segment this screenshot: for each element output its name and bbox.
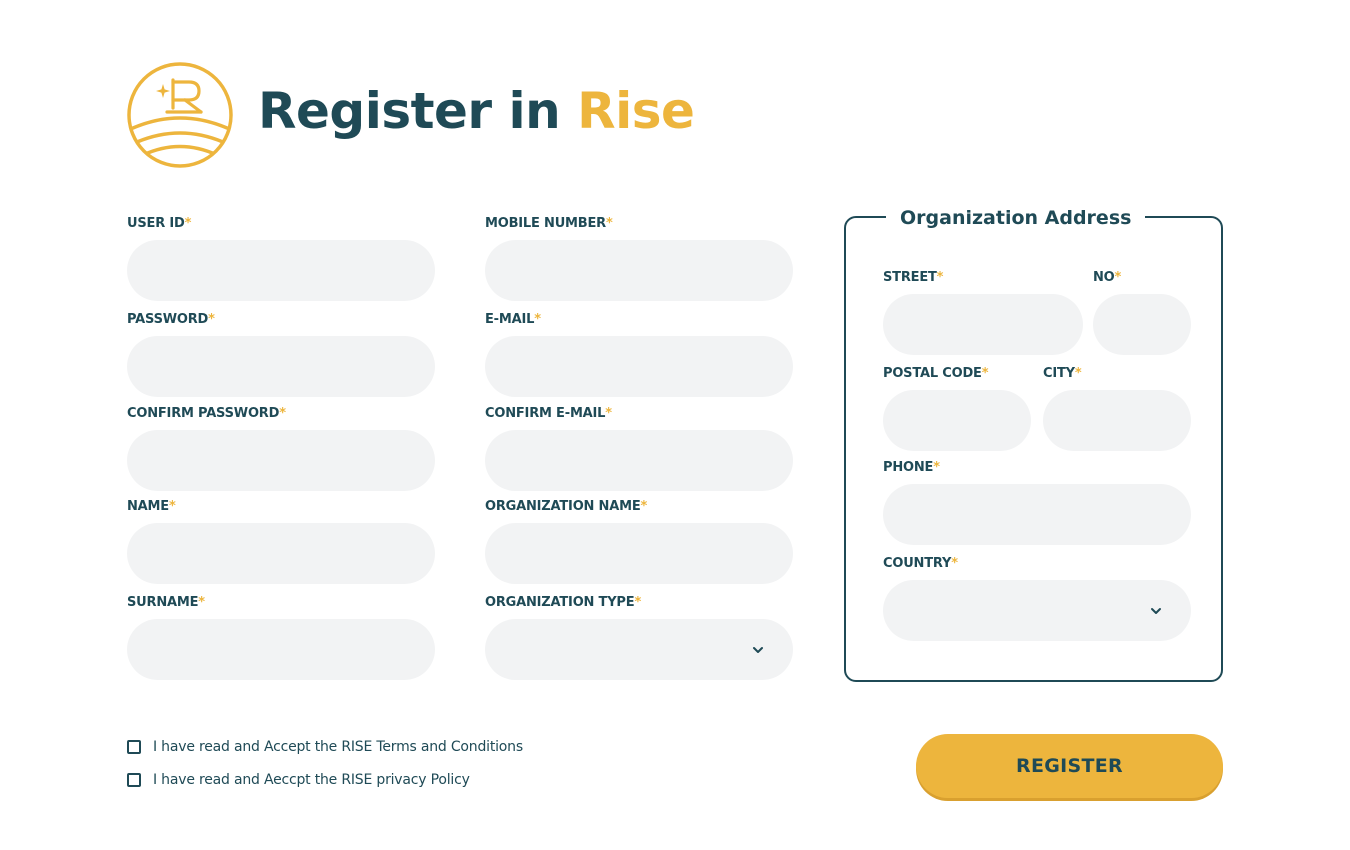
privacy-label: I have read and Aeccpt the RISE privacy … — [153, 772, 470, 788]
email-input[interactable] — [485, 336, 793, 397]
street-input[interactable] — [883, 294, 1083, 355]
register-button[interactable]: REGISTER — [916, 734, 1223, 798]
terms-checkbox-row[interactable]: I have read and Accept the RISE Terms an… — [127, 739, 523, 755]
name-input[interactable] — [127, 523, 435, 584]
password-label: PASSWORD* — [127, 312, 215, 327]
phone-group: PHONE* — [883, 460, 1191, 545]
city-group: CITY* — [1043, 366, 1191, 451]
mobile-number-group: MOBILE NUMBER* — [485, 216, 793, 301]
email-label: E-MAIL* — [485, 312, 541, 327]
user-id-group: USER ID* — [127, 216, 435, 301]
rise-logo-icon — [127, 62, 233, 168]
user-id-input[interactable] — [127, 240, 435, 301]
country-select[interactable] — [883, 580, 1191, 641]
name-group: NAME* — [127, 499, 435, 584]
surname-group: SURNAME* — [127, 595, 435, 680]
organization-name-label: ORGANIZATION NAME* — [485, 499, 648, 514]
no-group: NO* — [1093, 270, 1191, 355]
street-label: STREET* — [883, 270, 944, 285]
phone-input[interactable] — [883, 484, 1191, 545]
title-accent: Rise — [577, 82, 695, 140]
city-input[interactable] — [1043, 390, 1191, 451]
confirm-email-group: CONFIRM E-MAIL* — [485, 406, 793, 491]
confirm-email-input[interactable] — [485, 430, 793, 491]
organization-type-group: ORGANIZATION TYPE* — [485, 595, 793, 680]
terms-checkbox[interactable] — [127, 740, 141, 754]
organization-type-label: ORGANIZATION TYPE* — [485, 595, 642, 610]
confirm-email-label: CONFIRM E-MAIL* — [485, 406, 612, 421]
organization-type-select[interactable] — [485, 619, 793, 680]
city-label: CITY* — [1043, 366, 1082, 381]
confirm-password-label: CONFIRM PASSWORD* — [127, 406, 286, 421]
surname-label: SURNAME* — [127, 595, 205, 610]
terms-label: I have read and Accept the RISE Terms an… — [153, 739, 523, 755]
user-id-label: USER ID* — [127, 216, 192, 231]
mobile-number-input[interactable] — [485, 240, 793, 301]
mobile-number-label: MOBILE NUMBER* — [485, 216, 613, 231]
postal-code-input[interactable] — [883, 390, 1031, 451]
street-group: STREET* — [883, 270, 1083, 355]
country-label: COUNTRY* — [883, 556, 958, 571]
name-label: NAME* — [127, 499, 176, 514]
organization-name-group: ORGANIZATION NAME* — [485, 499, 793, 584]
chevron-down-icon — [1151, 608, 1161, 614]
organization-name-input[interactable] — [485, 523, 793, 584]
email-group: E-MAIL* — [485, 312, 793, 397]
organization-address-legend: Organization Address — [886, 204, 1146, 232]
page-title: Register in Rise — [258, 80, 695, 142]
privacy-checkbox[interactable] — [127, 773, 141, 787]
confirm-password-group: CONFIRM PASSWORD* — [127, 406, 435, 491]
postal-code-group: POSTAL CODE* — [883, 366, 1031, 451]
no-label: NO* — [1093, 270, 1122, 285]
privacy-checkbox-row[interactable]: I have read and Aeccpt the RISE privacy … — [127, 772, 470, 788]
no-input[interactable] — [1093, 294, 1191, 355]
phone-label: PHONE* — [883, 460, 940, 475]
postal-code-label: POSTAL CODE* — [883, 366, 989, 381]
password-group: PASSWORD* — [127, 312, 435, 397]
surname-input[interactable] — [127, 619, 435, 680]
title-main: Register in — [258, 82, 578, 140]
password-input[interactable] — [127, 336, 435, 397]
chevron-down-icon — [753, 647, 763, 653]
confirm-password-input[interactable] — [127, 430, 435, 491]
country-group: COUNTRY* — [883, 556, 1191, 641]
